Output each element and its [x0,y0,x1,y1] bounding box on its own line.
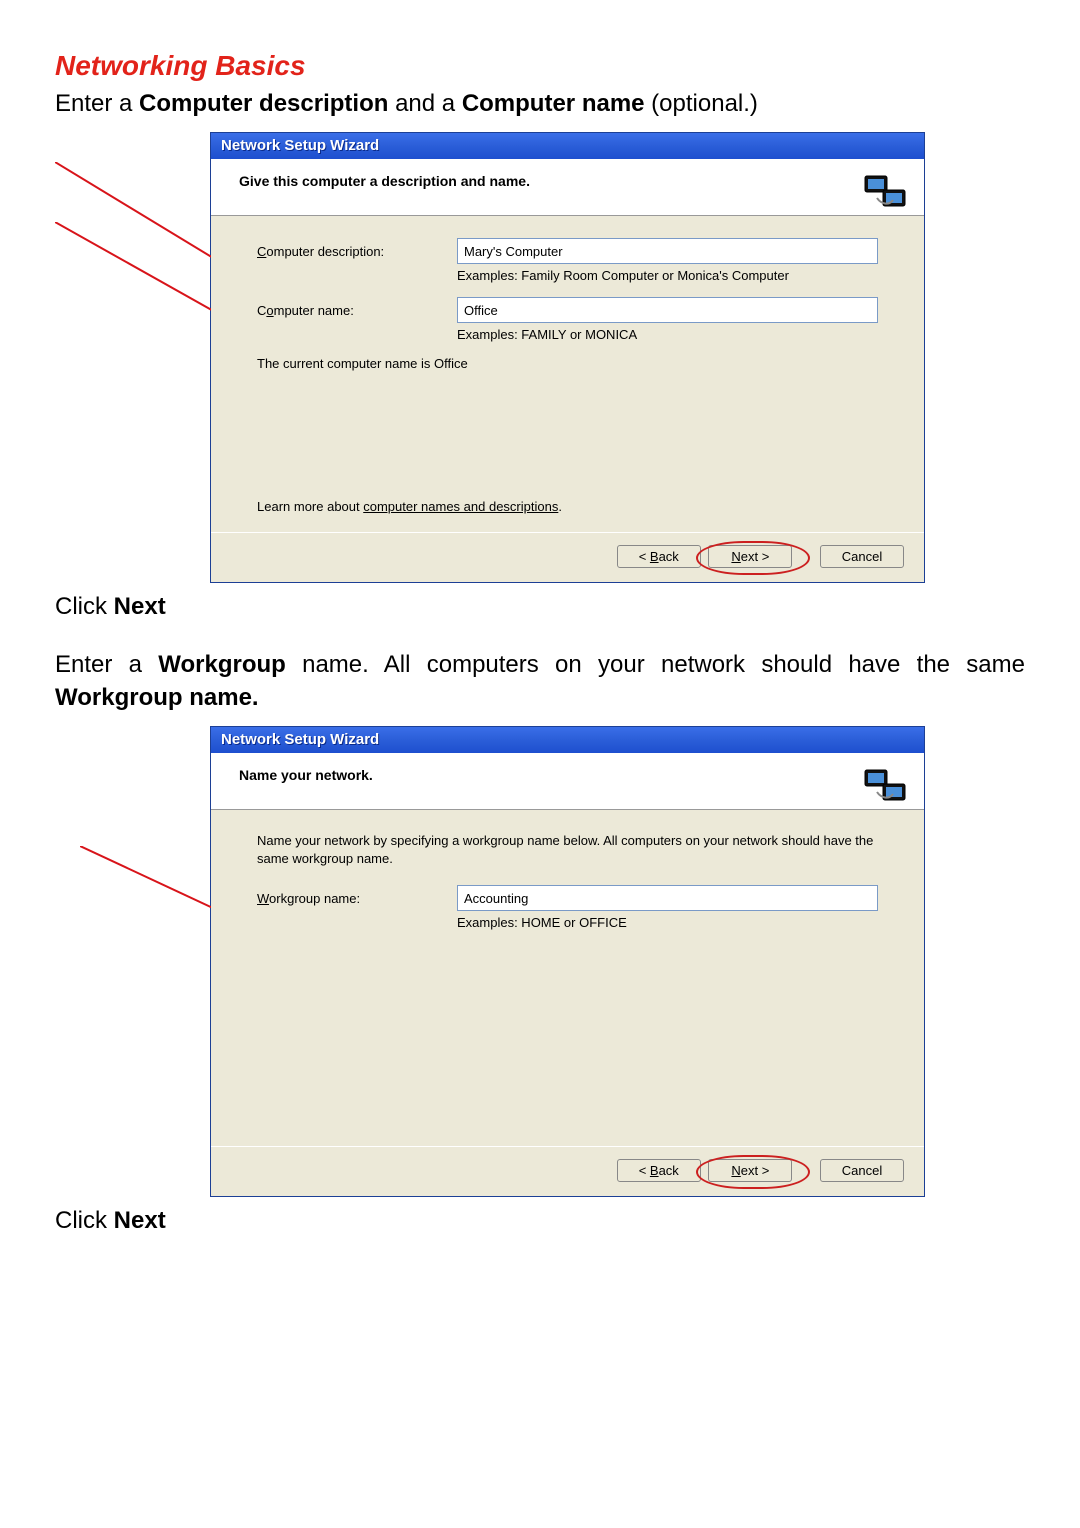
computer-name-example: Examples: FAMILY or MONICA [457,327,878,342]
computer-name-label: Computer name: [257,303,437,318]
mnemonic: C [257,244,266,259]
mnemonic: W [257,891,269,906]
dialog-titlebar: Network Setup Wizard [211,133,924,159]
back-button[interactable]: < Back [617,1159,701,1182]
text-bold: Next [114,593,166,620]
text-fragment: The current computer name is [257,356,434,371]
wizard-header: Give this computer a description and nam… [211,159,924,216]
current-name-value: Office [434,356,468,371]
network-setup-wizard-dialog-1: Network Setup Wizard Give this computer … [210,132,925,583]
text-fragment: Click [55,593,114,620]
section-heading: Networking Basics [55,50,1025,82]
label-rest: orkgroup name: [269,891,360,906]
click-next-1: Click Next [55,593,1025,621]
text-bold: Workgroup name. [55,684,259,711]
cancel-button[interactable]: Cancel [820,1159,904,1182]
learn-more-link[interactable]: computer names and descriptions [363,499,558,514]
workgroup-name-input[interactable] [457,885,878,911]
dialog-wrap-1: Network Setup Wizard Give this computer … [210,132,1025,583]
dialog-wrap-2: Network Setup Wizard Name your network. … [210,726,1025,1197]
label-pre: C [257,303,266,318]
workgroup-name-row: Workgroup name: [257,885,878,911]
cancel-button[interactable]: Cancel [820,545,904,568]
workgroup-example: Examples: HOME or OFFICE [457,915,878,930]
text-fragment: Click [55,1207,114,1234]
instruction-1: Enter a Computer description and a Compu… [55,88,1025,120]
current-computer-name: The current computer name is Office [257,356,878,371]
text-bold: Computer name [462,90,645,117]
next-button[interactable]: Next > [708,1159,792,1182]
computers-icon [858,167,914,223]
next-button[interactable]: Next > [708,545,792,568]
computer-description-label: Computer description: [257,244,437,259]
wizard-header: Name your network. [211,753,924,810]
wizard-button-bar: < Back Next > Cancel [211,1146,924,1196]
click-next-2: Click Next [55,1207,1025,1235]
network-setup-wizard-dialog-2: Network Setup Wizard Name your network. … [210,726,925,1197]
text-fragment: (optional.) [645,90,758,117]
text-bold: Workgroup [158,651,286,678]
instruction-2: Enter a Workgroup name. All computers on… [55,649,1025,714]
label-rest: omputer description: [266,244,384,259]
wizard-body: Name your network by specifying a workgr… [211,810,924,1146]
computer-name-row: Computer name: [257,297,878,323]
computer-name-input[interactable] [457,297,878,323]
computer-description-input[interactable] [457,238,878,264]
wizard-button-bar: < Back Next > Cancel [211,532,924,582]
dialog-titlebar: Network Setup Wizard [211,727,924,753]
workgroup-intro-text: Name your network by specifying a workgr… [257,832,878,867]
mnemonic: o [266,303,273,318]
wizard-header-title: Name your network. [239,767,906,783]
back-button[interactable]: < Back [617,545,701,568]
text-bold: Next [114,1207,166,1234]
text-fragment: Enter a [55,651,158,678]
wizard-header-title: Give this computer a description and nam… [239,173,906,189]
text-fragment: and a [388,90,461,117]
text-bold: Computer description [139,90,388,117]
text-fragment: Learn more about [257,499,363,514]
learn-more-text: Learn more about computer names and desc… [257,499,562,514]
text-fragment: name. All computers on your network shou… [286,651,1025,678]
wizard-body: Computer description: Examples: Family R… [211,216,924,532]
computers-icon [858,761,914,817]
text-fragment: . [558,499,562,514]
text-fragment: Enter a [55,90,139,117]
label-rest: mputer name: [274,303,354,318]
computer-description-row: Computer description: [257,238,878,264]
workgroup-name-label: Workgroup name: [257,891,437,906]
computer-description-example: Examples: Family Room Computer or Monica… [457,268,878,283]
